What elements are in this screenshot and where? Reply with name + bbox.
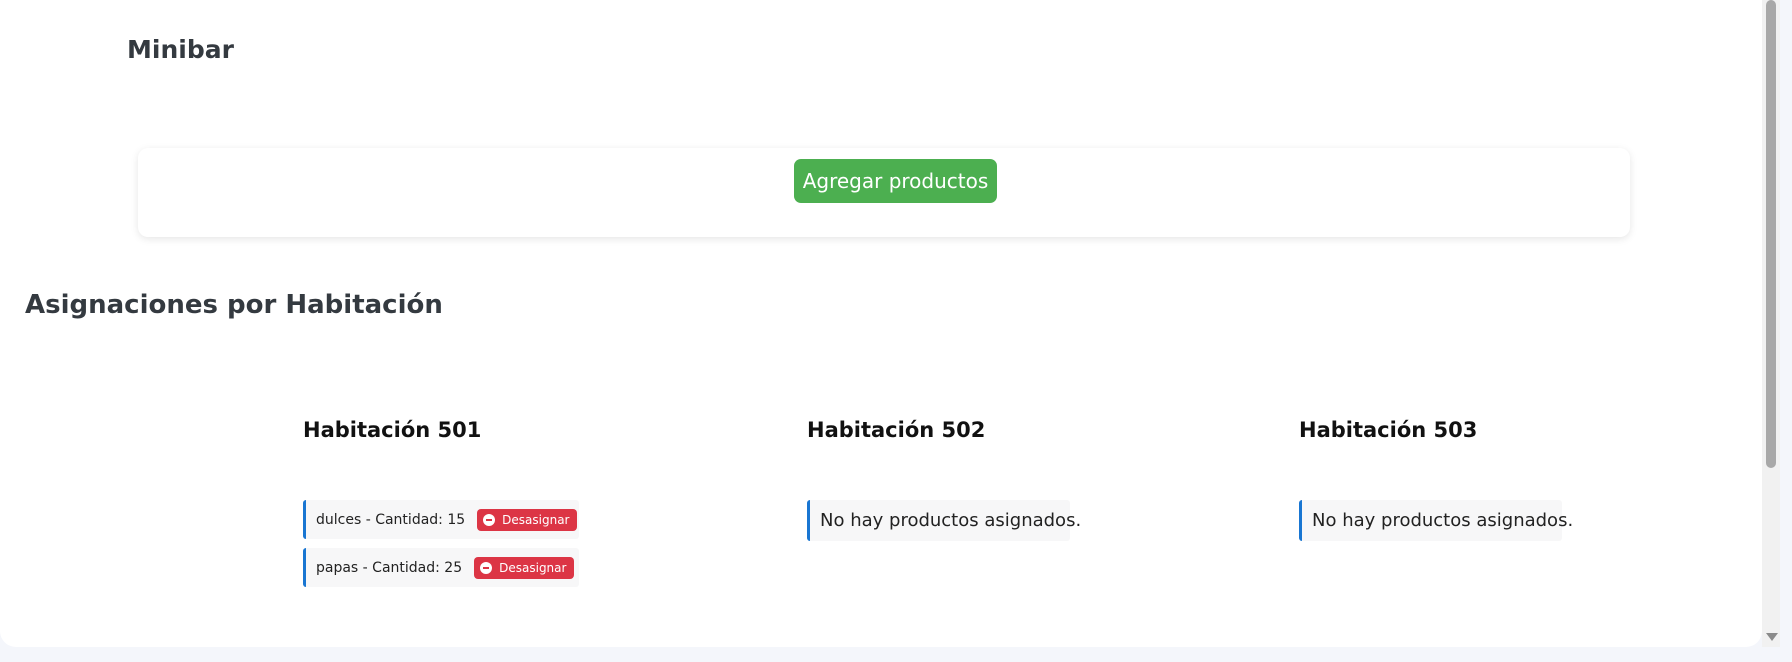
room-card-501: Habitación 501 dulces - Cantidad: 15 Des…	[303, 414, 743, 587]
room-product-list: No hay productos asignados.	[1299, 500, 1573, 541]
minus-circle-icon	[483, 513, 496, 526]
minus-circle-icon	[480, 561, 493, 574]
empty-state-message: No hay productos asignados.	[1299, 500, 1573, 541]
add-products-button[interactable]: Agregar productos	[794, 159, 997, 203]
room-product-list: No hay productos asignados.	[807, 500, 1081, 541]
unassign-button[interactable]: Desasignar	[474, 556, 575, 579]
scroll-down-arrow-icon[interactable]	[1766, 633, 1778, 641]
section-title: Asignaciones por Habitación	[25, 290, 443, 320]
unassign-label: Desasignar	[502, 512, 570, 527]
scrollbar-thumb[interactable]	[1766, 0, 1776, 468]
room-card-502: Habitación 502 No hay productos asignado…	[807, 414, 1247, 541]
list-item: papas - Cantidad: 25 Desasignar	[303, 548, 579, 587]
empty-state-message: No hay productos asignados.	[807, 500, 1081, 541]
room-title: Habitación 502	[807, 418, 986, 442]
list-item: dulces - Cantidad: 15 Desasignar	[303, 500, 579, 539]
room-title: Habitación 503	[1299, 418, 1478, 442]
unassign-button[interactable]: Desasignar	[477, 508, 578, 531]
room-product-list: dulces - Cantidad: 15 Desasignar papas -…	[303, 500, 579, 596]
product-assignment-text: papas - Cantidad: 25	[316, 559, 463, 576]
page-container: Minibar Agregar productos Asignaciones p…	[0, 0, 1762, 647]
product-assignment-text: dulces - Cantidad: 15	[316, 511, 466, 528]
room-title: Habitación 501	[303, 418, 482, 442]
vertical-scrollbar[interactable]	[1762, 0, 1780, 647]
unassign-label: Desasignar	[499, 560, 567, 575]
room-card-503: Habitación 503 No hay productos asignado…	[1299, 414, 1739, 541]
page-title: Minibar	[127, 35, 234, 64]
